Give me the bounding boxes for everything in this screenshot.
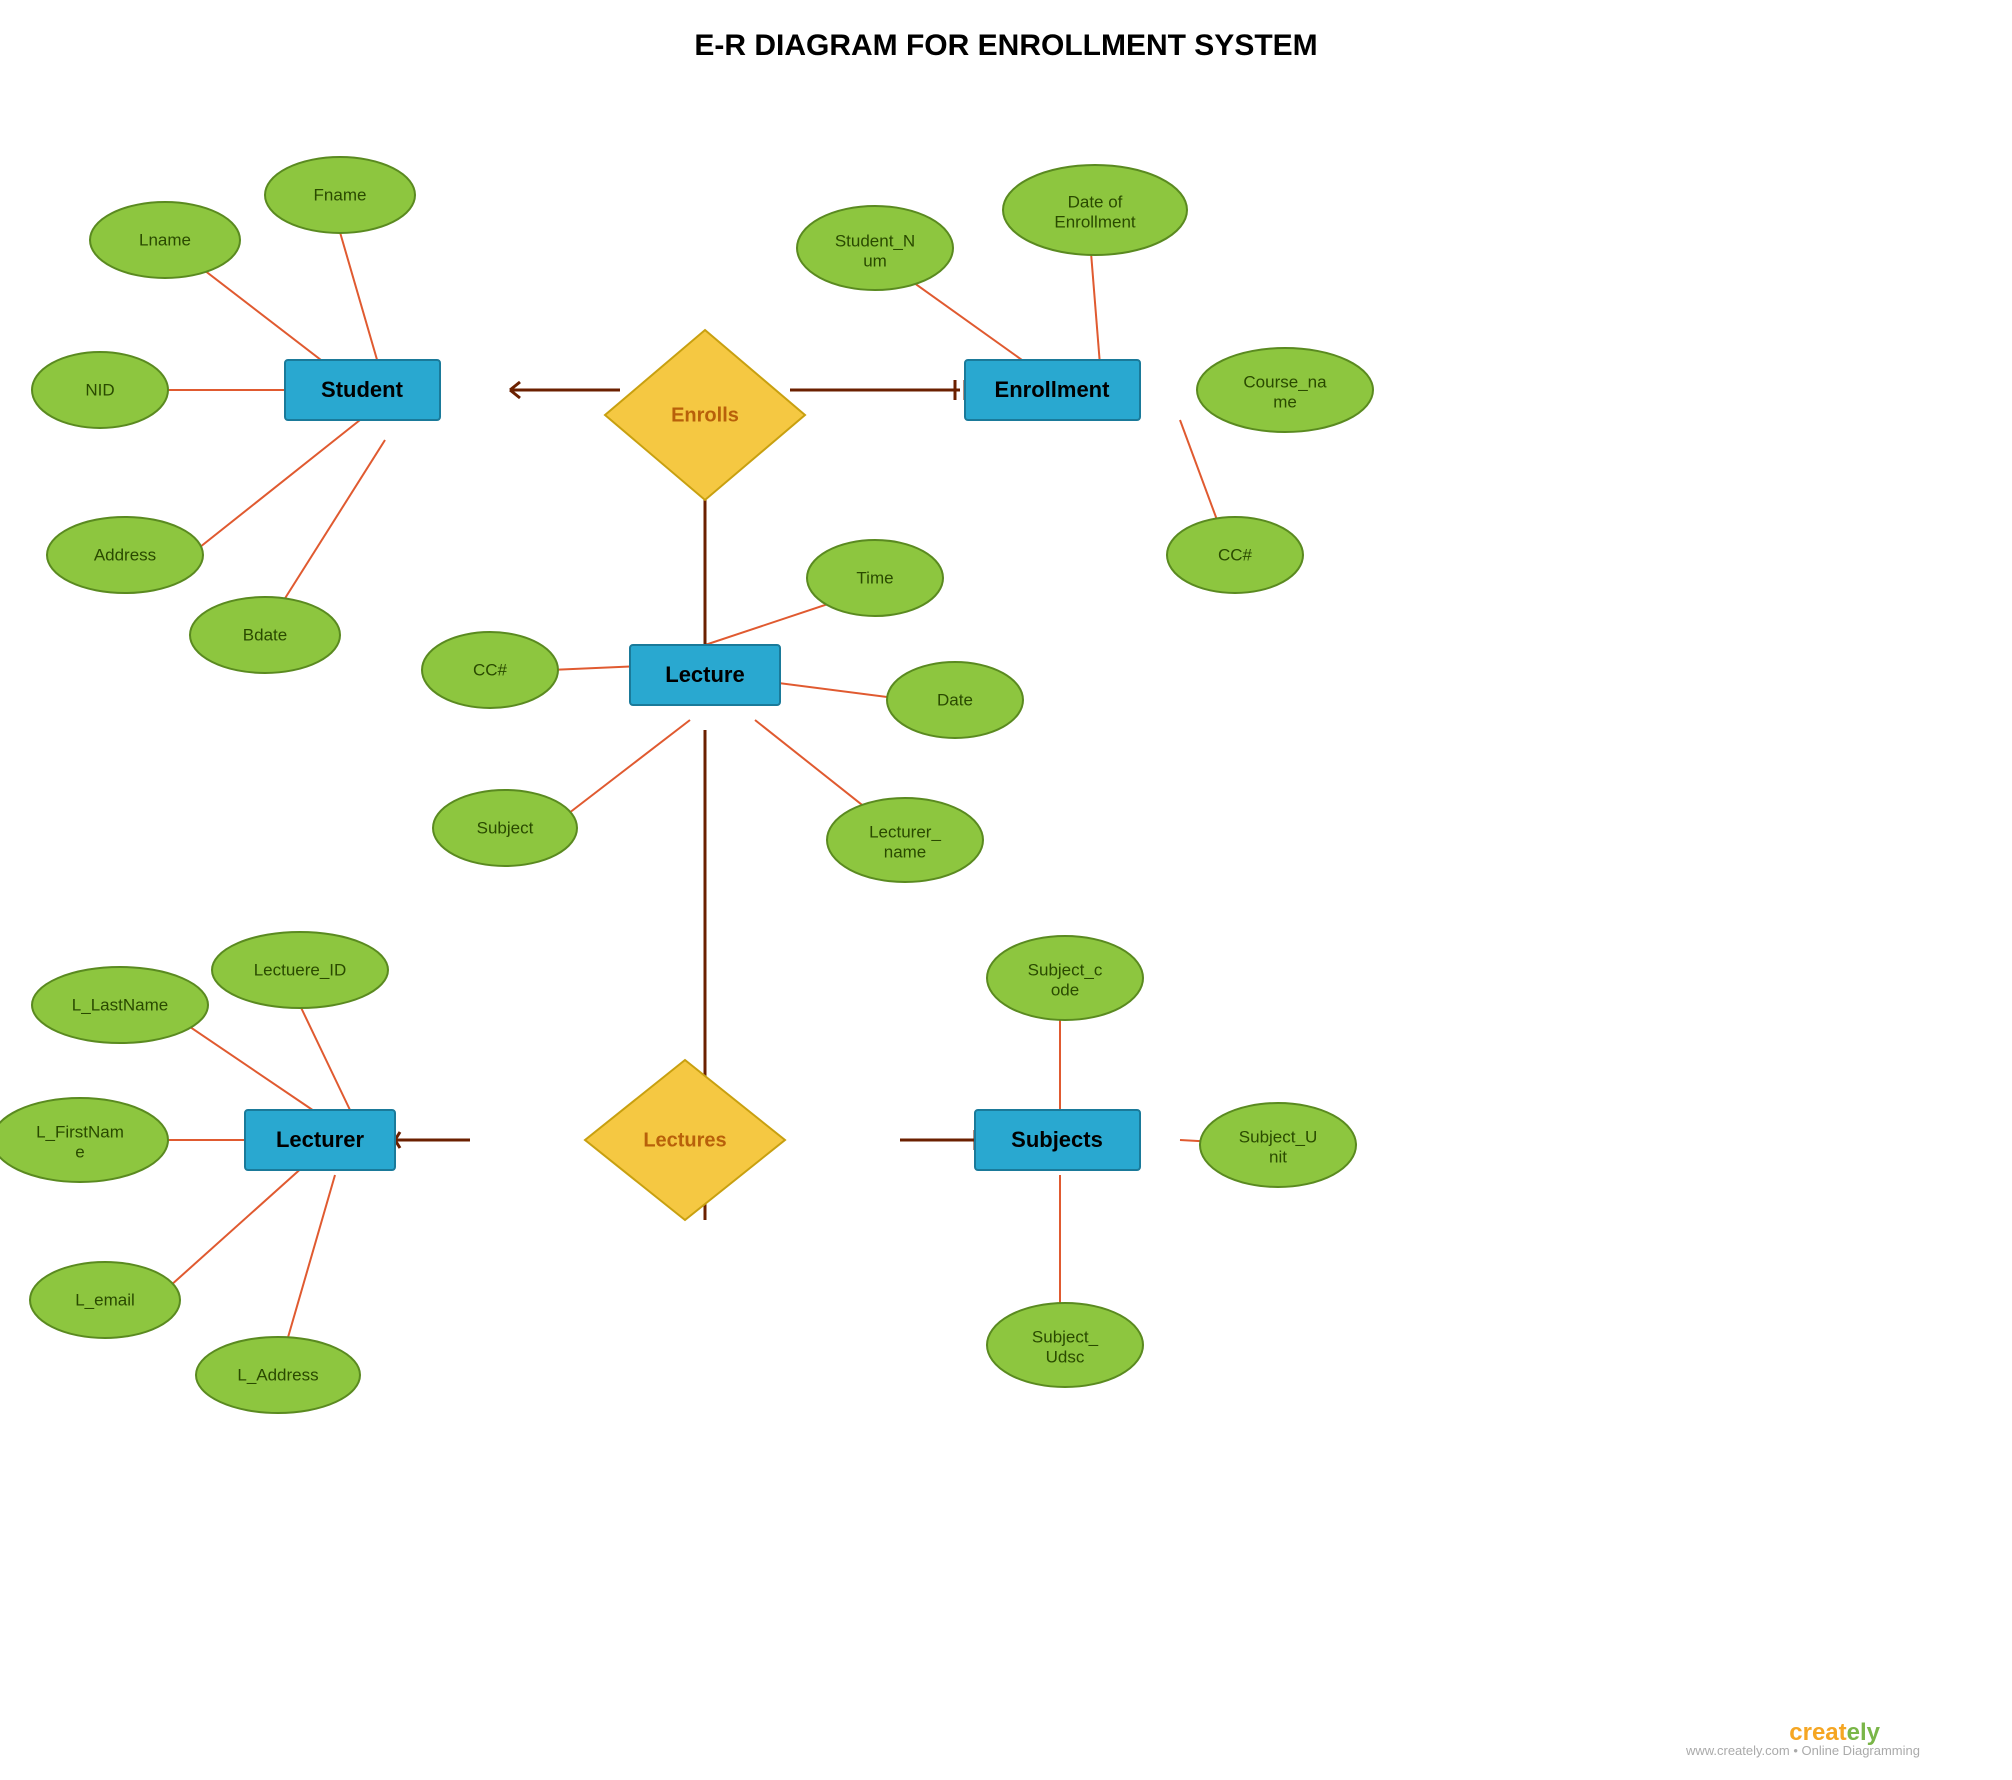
attr-fname-label: Fname bbox=[314, 185, 367, 204]
attr-course-name-label2: me bbox=[1273, 392, 1297, 411]
attr-cc-lecture-label: CC# bbox=[473, 660, 508, 679]
attr-l-firstname-label: L_FirstNam bbox=[36, 1122, 124, 1141]
entity-student-label: Student bbox=[321, 377, 404, 402]
attr-subject-udsc-label: Subject_ bbox=[1032, 1327, 1099, 1346]
attr-date-lecture-label: Date bbox=[937, 690, 973, 709]
attr-l-address-label: L_Address bbox=[237, 1365, 318, 1384]
attr-lname-label: Lname bbox=[139, 230, 191, 249]
attr-l-firstname-label2: e bbox=[75, 1142, 84, 1161]
attr-cc-enrollment-label: CC# bbox=[1218, 545, 1253, 564]
line-enrollment-dateofenrollment bbox=[1090, 240, 1100, 365]
line-student-address bbox=[190, 420, 360, 555]
line-lecturer-email bbox=[160, 1165, 305, 1295]
attr-date-enrollment-label2: Enrollment bbox=[1054, 212, 1136, 231]
attr-subject-unit-label2: nit bbox=[1269, 1147, 1287, 1166]
line-student-fname bbox=[335, 215, 380, 370]
line-lecturer-id bbox=[295, 995, 350, 1110]
attr-student-num-label: Student_N bbox=[835, 231, 915, 250]
relationship-enrolls-label: Enrolls bbox=[671, 404, 739, 426]
entity-subjects-label: Subjects bbox=[1011, 1127, 1103, 1152]
attr-l-email-label: L_email bbox=[75, 1290, 135, 1309]
attr-subject-udsc-label2: Udsc bbox=[1046, 1347, 1085, 1366]
attr-time-label: Time bbox=[856, 568, 893, 587]
attr-subject-code-label2: ode bbox=[1051, 980, 1079, 999]
attr-date-enrollment-label: Date of bbox=[1068, 192, 1123, 211]
line-lecture-subject bbox=[560, 720, 690, 820]
entity-lecturer-label: Lecturer bbox=[276, 1127, 364, 1152]
diagram-title: E-R DIAGRAM FOR ENROLLMENT SYSTEM bbox=[694, 29, 1317, 62]
attr-lectuere-id-label: Lectuere_ID bbox=[254, 960, 347, 979]
attr-subject-unit-label: Subject_U bbox=[1239, 1127, 1317, 1146]
attr-lecturer-name-label: Lecturer_ bbox=[869, 822, 941, 841]
attr-bdate-label: Bdate bbox=[243, 625, 287, 644]
entity-enrollment-label: Enrollment bbox=[995, 377, 1111, 402]
attr-student-num-label2: um bbox=[863, 251, 887, 270]
entity-lecture-label: Lecture bbox=[665, 662, 744, 687]
attr-course-name-label: Course_na bbox=[1243, 372, 1327, 391]
attr-lecturer-name-label2: name bbox=[884, 842, 927, 861]
attr-subject-code-label: Subject_c bbox=[1028, 960, 1103, 979]
attr-nid-label: NID bbox=[85, 380, 114, 399]
brand-creately: creately bbox=[1789, 1719, 1880, 1746]
attr-address-label: Address bbox=[94, 545, 156, 564]
relationship-lectures-label: Lectures bbox=[643, 1129, 726, 1151]
attr-subject-label: Subject bbox=[477, 818, 534, 837]
attr-l-lastname-label: L_LastName bbox=[72, 995, 168, 1014]
